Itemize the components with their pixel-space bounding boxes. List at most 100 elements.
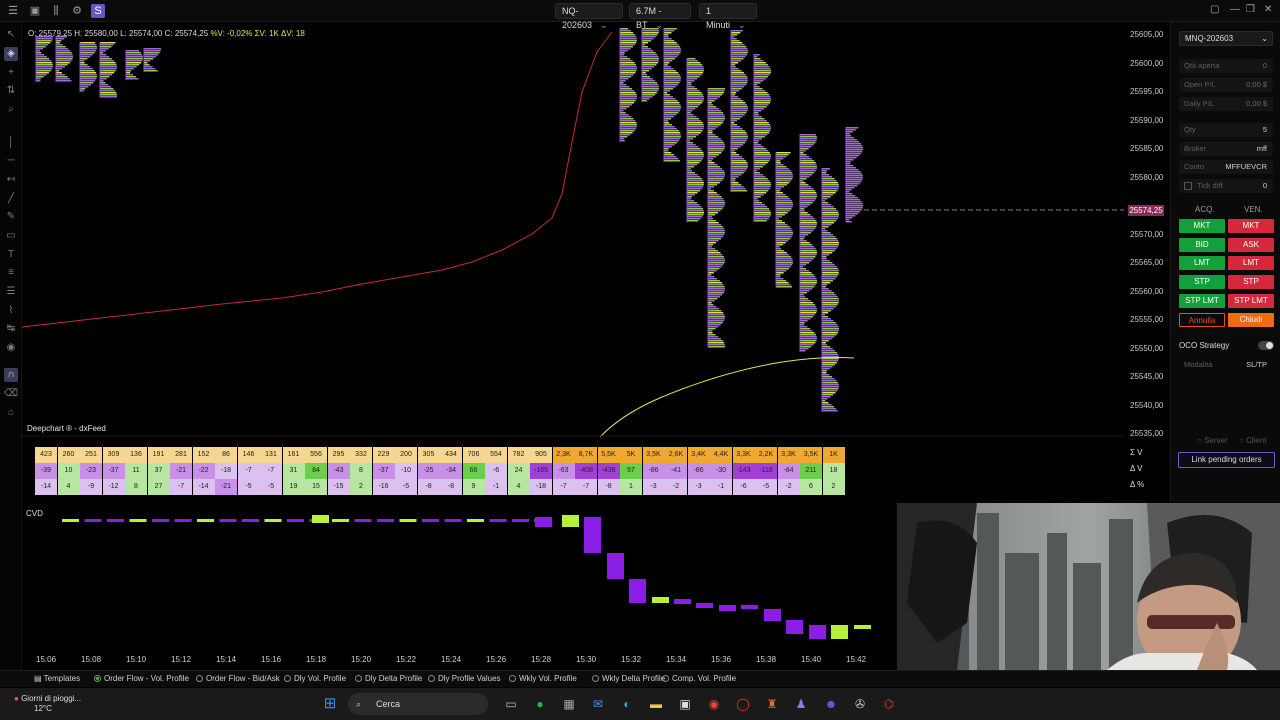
profile-bar bbox=[754, 78, 766, 80]
template-option[interactable]: Order Flow - Vol. Profile bbox=[94, 674, 189, 683]
buy-bid-button[interactable]: BID bbox=[1179, 237, 1225, 252]
menu-icon[interactable]: ☰ bbox=[6, 4, 20, 18]
brave-icon[interactable]: ♜ bbox=[764, 696, 780, 712]
pencil-icon[interactable]: ✎ bbox=[4, 210, 18, 224]
broker-select[interactable]: Broker mff bbox=[1179, 142, 1273, 156]
qty-field[interactable]: Qty 5 bbox=[1179, 123, 1273, 137]
opera-icon[interactable]: ◯ bbox=[735, 696, 751, 712]
profile-bar bbox=[846, 201, 862, 203]
teams-icon[interactable]: ♟ bbox=[793, 696, 809, 712]
files-icon[interactable]: ▭ bbox=[503, 696, 519, 712]
levels-icon[interactable]: ☰ bbox=[4, 285, 18, 299]
cancel-button[interactable]: Annulla bbox=[1179, 313, 1225, 327]
profile-bar bbox=[708, 198, 724, 200]
template-option[interactable]: Comp. Vol. Profile bbox=[662, 674, 736, 683]
app-logo-icon[interactable]: S bbox=[91, 4, 105, 18]
eraser-icon[interactable]: ⌫ bbox=[4, 387, 18, 401]
time-label: 15:34 bbox=[666, 655, 687, 664]
cursor-icon[interactable]: ↖ bbox=[4, 28, 18, 42]
sell-ask-button[interactable]: ASK bbox=[1228, 237, 1274, 252]
store-icon[interactable]: ▣ bbox=[677, 696, 693, 712]
minimize-icon[interactable]: — bbox=[1230, 4, 1240, 15]
fibonacci-icon[interactable]: ≡ bbox=[4, 266, 18, 280]
edge-icon[interactable]: ◐ bbox=[619, 696, 635, 712]
buy-mkt-button[interactable]: MKT bbox=[1179, 219, 1225, 233]
discord-icon[interactable]: ☻ bbox=[823, 696, 839, 712]
profile-bar bbox=[664, 94, 670, 96]
time-axis[interactable]: 15:06 15:08 15:10 15:12 15:14 15:16 15:18 15:20… bbox=[22, 655, 897, 667]
acrobat-icon[interactable]: ⌬ bbox=[881, 696, 897, 712]
eye-icon[interactable]: ◉ bbox=[4, 341, 18, 355]
profile-bar bbox=[822, 190, 838, 192]
trendline-icon[interactable]: ╱ bbox=[4, 192, 18, 206]
sell-stp-button[interactable]: STP bbox=[1228, 275, 1274, 290]
profile-bar bbox=[776, 166, 787, 168]
mode-field[interactable]: Modalità SL/TP bbox=[1179, 358, 1273, 372]
window-icon[interactable]: ▢ bbox=[1210, 4, 1219, 15]
brush-icon[interactable]: ⌇ bbox=[4, 304, 18, 318]
profile-bar bbox=[642, 64, 657, 66]
close-position-button[interactable]: Chiudi bbox=[1228, 313, 1274, 327]
range-dropdown[interactable]: 6.7M - BT ⌄ bbox=[629, 3, 691, 30]
crosshair-icon[interactable]: + bbox=[4, 66, 18, 80]
vertical-line-icon[interactable]: │ bbox=[4, 136, 18, 150]
taskbar-search[interactable]: ⌕ Cerca bbox=[348, 693, 488, 715]
sell-stp-lmt-button[interactable]: STP LMT bbox=[1228, 293, 1274, 308]
bar-chart-icon[interactable]: ⫼ bbox=[49, 4, 63, 18]
client-option[interactable]: ○ Client bbox=[1239, 436, 1267, 445]
template-option[interactable]: Wkly Vol. Profile bbox=[509, 674, 577, 683]
cvd-chart[interactable] bbox=[22, 505, 897, 655]
chrome-icon[interactable]: ◉ bbox=[706, 696, 722, 712]
profile-bar bbox=[800, 136, 817, 138]
ray-icon[interactable]: ↤ bbox=[4, 173, 18, 187]
rectangle-icon[interactable]: ▭ bbox=[4, 229, 18, 243]
templates-button[interactable]: ▤ Templates bbox=[34, 674, 80, 683]
cvd-candle bbox=[696, 603, 713, 608]
profile-bar bbox=[800, 224, 817, 226]
buy-stp-button[interactable]: STP bbox=[1179, 275, 1225, 290]
buy-stp-lmt-button[interactable]: STP LMT bbox=[1179, 293, 1225, 308]
order-symbol-select[interactable]: MNQ-202603 ⌄ bbox=[1179, 31, 1273, 46]
account-select[interactable]: Conto MFFUEVCR bbox=[1179, 160, 1273, 174]
lock-icon[interactable]: ⌂ bbox=[4, 406, 18, 420]
tick-diff-field[interactable]: Tick diff. 0 bbox=[1179, 179, 1273, 193]
checkbox-icon[interactable] bbox=[1184, 182, 1192, 190]
layout-icon[interactable]: ▣ bbox=[28, 4, 42, 18]
zoom-icon[interactable]: ⌕ bbox=[4, 103, 18, 117]
app-icon[interactable]: ✇ bbox=[852, 696, 868, 712]
sell-mkt-button[interactable]: MKT bbox=[1228, 219, 1274, 233]
profile-bar bbox=[708, 338, 721, 340]
folder-icon[interactable]: ▬ bbox=[648, 696, 664, 712]
profile-bar bbox=[800, 210, 805, 212]
timeframe-dropdown[interactable]: 1 Minuti ⌄ bbox=[699, 3, 757, 30]
maximize-icon[interactable]: ❐ bbox=[1246, 4, 1255, 15]
text-icon[interactable]: T bbox=[4, 248, 18, 262]
sell-lmt-button[interactable]: LMT bbox=[1228, 256, 1274, 271]
template-option[interactable]: Dly Delta Profile bbox=[355, 674, 422, 683]
mail-icon[interactable]: ✉ bbox=[590, 696, 606, 712]
price-axis[interactable]: 25605,00 25600,00 25595,00 25590,00 25585,00… bbox=[1124, 22, 1170, 497]
calculator-icon[interactable]: ▦ bbox=[561, 696, 577, 712]
measure-icon[interactable]: ↹ bbox=[4, 322, 18, 336]
price-chart[interactable] bbox=[22, 22, 1124, 437]
magnet-icon[interactable]: ∩ bbox=[4, 368, 18, 382]
oco-toggle[interactable] bbox=[1258, 341, 1274, 350]
weather-widget[interactable]: ● Giorni di pioggi... 12°C bbox=[14, 694, 81, 714]
server-option[interactable]: ○ Server bbox=[1197, 436, 1228, 445]
buy-lmt-button[interactable]: LMT bbox=[1179, 256, 1225, 271]
profile-bar bbox=[822, 182, 838, 184]
symbol-dropdown[interactable]: NQ-202603 ⌄ bbox=[555, 3, 623, 30]
spotify-icon[interactable]: ● bbox=[532, 696, 548, 712]
start-icon[interactable]: ⊞ bbox=[322, 696, 338, 712]
template-option[interactable]: Order Flow - Bid/Ask bbox=[196, 674, 280, 683]
pan-icon[interactable]: ⇅ bbox=[4, 84, 18, 98]
settings-icon[interactable]: ⚙ bbox=[70, 4, 84, 18]
template-option[interactable]: Dly Profile Values bbox=[428, 674, 501, 683]
link-pending-orders-button[interactable]: Link pending orders bbox=[1178, 452, 1275, 468]
horizontal-line-icon[interactable]: ─ bbox=[4, 154, 18, 168]
stats-cell: -3 bbox=[642, 479, 665, 495]
close-icon[interactable]: ✕ bbox=[1264, 4, 1272, 15]
select-tool-icon[interactable]: ◈ bbox=[4, 47, 18, 61]
template-option[interactable]: Dly Vol. Profile bbox=[284, 674, 346, 683]
template-option[interactable]: Wkly Delta Profile bbox=[592, 674, 665, 683]
